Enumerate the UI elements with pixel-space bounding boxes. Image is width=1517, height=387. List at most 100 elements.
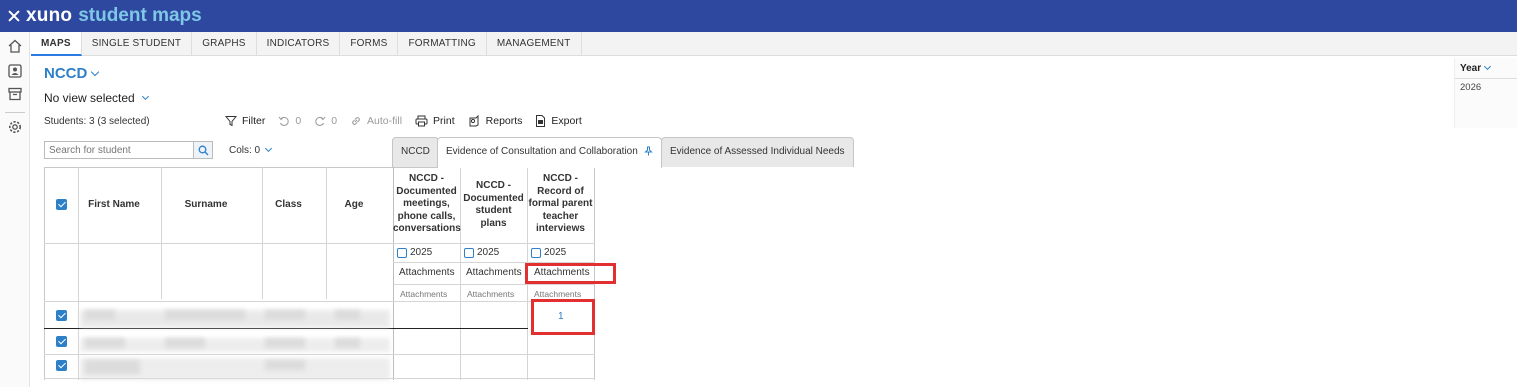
grid-line xyxy=(262,167,263,299)
cols-dropdown[interactable]: Cols: 0 xyxy=(229,144,273,156)
view-selector[interactable]: No view selected xyxy=(44,91,149,105)
chevron-down-icon xyxy=(141,92,149,100)
redacted-first-name xyxy=(85,338,125,348)
search-button[interactable] xyxy=(193,141,213,159)
tab-indicators[interactable]: INDICATORS xyxy=(257,32,341,56)
filter-icon xyxy=(225,116,237,127)
year-toggle-col2[interactable]: 2025 xyxy=(464,247,499,258)
brand-main: xuno xyxy=(26,5,73,26)
year-checkbox[interactable] xyxy=(397,247,407,258)
col-header-age[interactable]: Age xyxy=(327,199,381,210)
tab-forms[interactable]: FORMS xyxy=(340,32,399,56)
row-checkbox[interactable] xyxy=(56,360,67,371)
header-line: conversations xyxy=(393,223,461,234)
link-icon xyxy=(352,117,360,125)
reports-icon xyxy=(469,115,479,127)
reports-label: Reports xyxy=(485,115,523,127)
attachments-sub-col3: Attachments xyxy=(534,289,582,299)
tab-graphs[interactable]: GRAPHS xyxy=(192,32,257,56)
redacted-class xyxy=(265,338,305,348)
redacted-class xyxy=(265,310,305,320)
chevron-down-icon xyxy=(265,144,273,153)
col-header-class[interactable]: Class xyxy=(263,199,314,210)
sheet-tab-assessed-needs[interactable]: Evidence of Assessed Individual Needs xyxy=(661,137,854,167)
search-icon xyxy=(198,145,208,155)
map-title-dropdown[interactable]: NCCD xyxy=(44,65,100,82)
year-text: 2025 xyxy=(410,247,433,258)
year-value[interactable]: 2026 xyxy=(1460,82,1481,93)
year-toggle-col3[interactable]: 2025 xyxy=(531,247,566,258)
sheet-tab-label: NCCD xyxy=(401,146,430,157)
sheet-tab-label: Evidence of Assessed Individual Needs xyxy=(670,146,845,157)
year-checkbox[interactable] xyxy=(464,247,474,258)
col-header-documented-meetings[interactable]: NCCD - Documented meetings, phone calls,… xyxy=(393,173,461,236)
year-panel: Year 2026 xyxy=(1454,58,1517,128)
pin-icon[interactable] xyxy=(644,146,653,156)
filter-button[interactable]: Filter xyxy=(225,115,265,127)
export-file-icon xyxy=(536,115,546,127)
highlight-attachment-cell xyxy=(531,299,595,335)
autofill-button[interactable]: Auto-fill xyxy=(350,115,402,127)
attachments-col2[interactable]: Attachments xyxy=(466,267,522,278)
grid-line xyxy=(326,167,327,299)
chevron-down-icon xyxy=(91,67,100,76)
year-text: 2025 xyxy=(477,247,500,258)
header-line: Documented xyxy=(396,185,457,197)
col-header-surname[interactable]: Surname xyxy=(162,199,250,210)
search-input[interactable] xyxy=(44,141,194,159)
row-checkbox[interactable] xyxy=(56,336,67,347)
year-toggle-col1[interactable]: 2025 xyxy=(397,247,432,258)
tab-maps[interactable]: MAPS xyxy=(31,32,82,56)
year-divider xyxy=(1455,78,1517,79)
toolbar: Filter 0 0 Auto-fill Print Reports Expor… xyxy=(225,115,595,127)
header-line: teacher xyxy=(542,210,579,222)
home-icon[interactable] xyxy=(7,38,23,54)
col-header-documented-student-plans[interactable]: NCCD - Documented student plans xyxy=(460,180,527,230)
export-button[interactable]: Export xyxy=(535,115,582,127)
undo-button[interactable]: 0 xyxy=(278,115,301,127)
undo-icon xyxy=(278,116,290,126)
sheet-tab-consultation[interactable]: Evidence of Consultation and Collaborati… xyxy=(437,137,662,168)
archive-icon[interactable] xyxy=(7,86,23,102)
attachments-sub-col2: Attachments xyxy=(467,289,515,299)
col-header-parent-teacher-interviews[interactable]: NCCD - Record of formal parent teacher i… xyxy=(527,173,594,236)
cols-label: Cols: 0 xyxy=(229,145,261,156)
print-label: Print xyxy=(433,115,455,127)
gear-icon[interactable] xyxy=(7,119,23,135)
redacted-age xyxy=(335,310,360,320)
year-dropdown[interactable]: Year xyxy=(1460,62,1492,74)
filter-label: Filter xyxy=(242,115,266,127)
app-logo[interactable]: xuno student maps xyxy=(8,4,202,28)
view-label: No view selected xyxy=(44,91,135,105)
grid-line xyxy=(161,167,162,299)
tab-formatting[interactable]: FORMATTING xyxy=(398,32,487,56)
header-line: plans xyxy=(480,217,507,229)
tab-single-student[interactable]: SINGLE STUDENT xyxy=(82,32,193,56)
select-all-checkbox[interactable] xyxy=(56,199,67,210)
redo-icon xyxy=(315,116,326,126)
attachments-col1[interactable]: Attachments xyxy=(399,267,455,278)
redacted-age xyxy=(335,338,360,348)
redo-button[interactable]: 0 xyxy=(314,115,337,127)
header-line: phone calls, xyxy=(397,210,456,222)
grid-line xyxy=(44,243,595,244)
reports-button[interactable]: Reports xyxy=(468,115,523,127)
printer-icon xyxy=(415,115,428,127)
header-line: NCCD - xyxy=(476,180,511,191)
sheet-tab-nccd[interactable]: NCCD xyxy=(392,137,439,167)
year-checkbox[interactable] xyxy=(531,247,541,258)
contact-card-icon[interactable] xyxy=(7,63,23,79)
undo-count: 0 xyxy=(295,115,302,127)
header-line: interviews xyxy=(536,223,585,234)
chevron-down-icon xyxy=(1484,62,1492,71)
row-checkbox[interactable] xyxy=(56,310,67,321)
grid-line xyxy=(44,328,528,329)
tab-management[interactable]: MANAGEMENT xyxy=(487,32,582,56)
header-line: formal parent xyxy=(528,198,593,209)
redo-count: 0 xyxy=(331,115,338,127)
rail-divider xyxy=(5,112,25,113)
autofill-label: Auto-fill xyxy=(367,115,403,127)
redacted-first-name xyxy=(85,310,115,320)
print-button[interactable]: Print xyxy=(415,115,455,127)
col-header-first-name[interactable]: First Name xyxy=(79,199,149,210)
